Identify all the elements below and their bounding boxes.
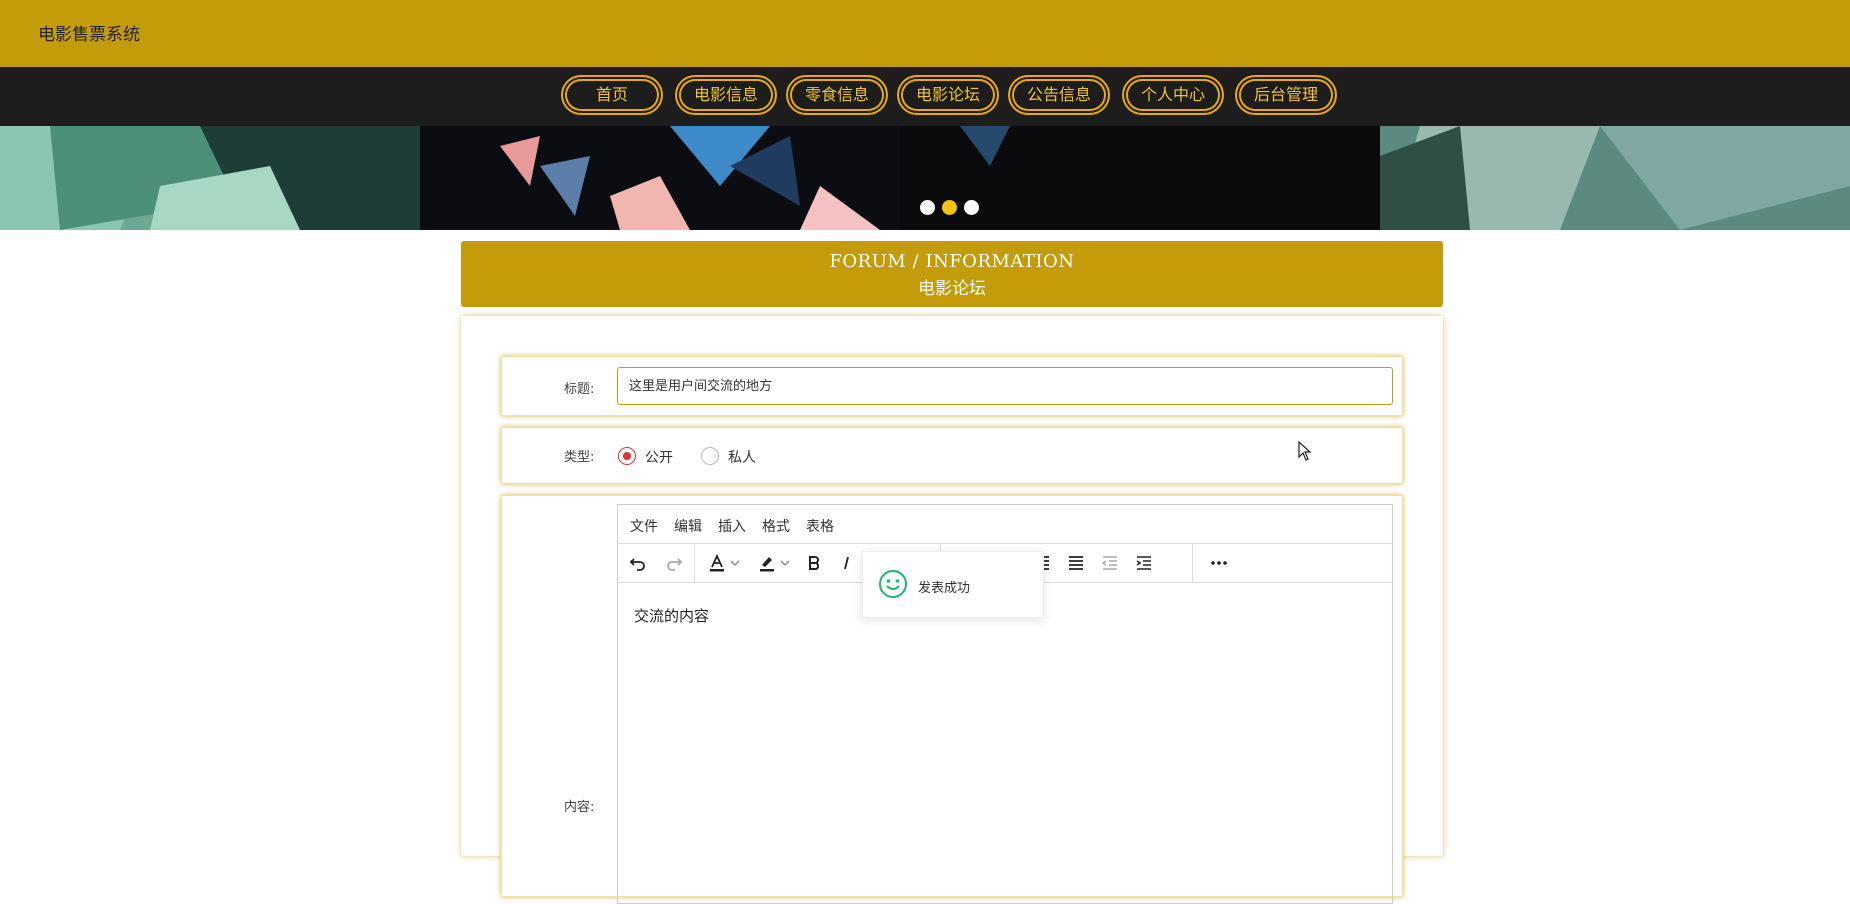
text-color-icon[interactable] (704, 550, 730, 576)
nav-movie-forum[interactable]: 电影论坛 (897, 75, 999, 115)
chevron-down-icon[interactable] (728, 550, 742, 576)
nav-personal-center[interactable]: 个人中心 (1122, 75, 1224, 115)
carousel-dot-1[interactable] (920, 200, 935, 215)
chevron-down-icon[interactable] (778, 550, 792, 576)
title-input[interactable]: 这里是用户间交流的地方 (617, 367, 1393, 405)
italic-icon[interactable] (834, 550, 860, 576)
redo-icon[interactable] (661, 550, 687, 576)
radio-public-label[interactable]: 公开 (645, 447, 673, 467)
success-toast: 发表成功 (862, 551, 1044, 618)
nav-announcements[interactable]: 公告信息 (1008, 75, 1110, 115)
align-justify-icon[interactable] (1063, 550, 1089, 576)
section-header: FORUM / INFORMATION 电影论坛 (461, 241, 1443, 307)
radio-public[interactable] (618, 447, 636, 465)
radio-private-label[interactable]: 私人 (728, 447, 756, 467)
nav-home[interactable]: 首页 (561, 75, 663, 115)
nav-snack-info[interactable]: 零食信息 (786, 75, 888, 115)
mouse-cursor-icon (1298, 440, 1312, 465)
title-label: 标题: (564, 382, 595, 397)
menu-table[interactable]: 表格 (806, 516, 834, 536)
menu-format[interactable]: 格式 (762, 516, 790, 536)
menu-file[interactable]: 文件 (630, 516, 658, 536)
section-title-cn: 电影论坛 (918, 279, 986, 299)
carousel-dot-3[interactable] (964, 200, 979, 215)
more-icon[interactable] (1206, 550, 1232, 576)
type-label: 类型: (564, 450, 595, 465)
carousel-dot-2[interactable] (942, 200, 957, 215)
nav-movie-info[interactable]: 电影信息 (675, 75, 777, 115)
smile-icon (878, 569, 908, 603)
title-row: 标题: 这里是用户间交流的地方 (501, 356, 1403, 416)
toast-message: 发表成功 (918, 581, 971, 596)
section-title-en: FORUM / INFORMATION (829, 251, 1075, 272)
toolbar-separator (694, 544, 695, 582)
menu-insert[interactable]: 插入 (718, 516, 746, 536)
top-bar: 电影售票系统 (0, 0, 1850, 67)
bold-icon[interactable] (801, 550, 827, 576)
undo-icon[interactable] (625, 550, 651, 576)
outdent-icon[interactable] (1097, 550, 1123, 576)
app-title: 电影售票系统 (38, 25, 140, 45)
type-row: 类型: 公开 私人 (501, 427, 1403, 484)
editor-menubar: 文件 编辑 插入 格式 表格 (618, 505, 1392, 544)
menu-edit[interactable]: 编辑 (674, 516, 702, 536)
content-label: 内容: (564, 800, 595, 815)
nav-admin[interactable]: 后台管理 (1235, 75, 1337, 115)
radio-private[interactable] (701, 447, 719, 465)
banner-carousel (0, 126, 1850, 230)
editor-content[interactable]: 交流的内容 (634, 605, 709, 626)
toolbar-separator (1192, 544, 1193, 582)
highlight-color-icon[interactable] (754, 550, 780, 576)
indent-icon[interactable] (1131, 550, 1157, 576)
main-nav: 首页 电影信息 零食信息 电影论坛 公告信息 个人中心 后台管理 (0, 67, 1850, 126)
